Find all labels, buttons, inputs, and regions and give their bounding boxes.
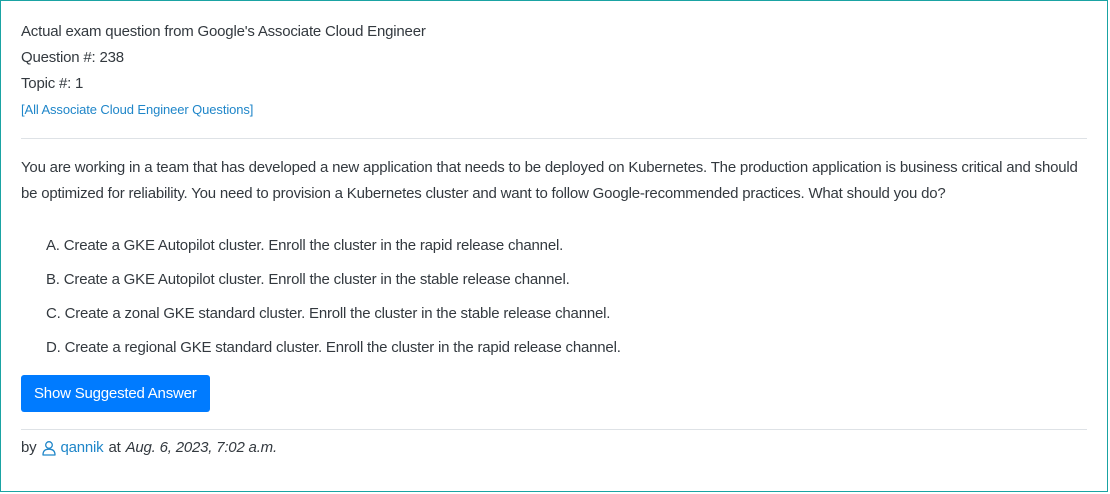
- choice-text: Create a regional GKE standard cluster. …: [64, 339, 621, 356]
- question-card-body: Actual exam question from Google's Assoc…: [21, 19, 1087, 459]
- exam-source-line: Actual exam question from Google's Assoc…: [21, 23, 426, 40]
- choice-letter: B.: [46, 271, 60, 288]
- show-suggested-answer-button[interactable]: Show Suggested Answer: [21, 375, 210, 412]
- at-label: at: [108, 439, 121, 456]
- choice-a[interactable]: A. Create a GKE Autopilot cluster. Enroll…: [46, 236, 1087, 270]
- choice-letter: C.: [46, 305, 61, 322]
- divider: [21, 138, 1087, 139]
- choices-list: A. Create a GKE Autopilot cluster. Enroll…: [21, 236, 1087, 372]
- by-label: by: [21, 439, 37, 456]
- divider: [21, 429, 1087, 430]
- user-icon: [41, 440, 57, 456]
- question-card: Actual exam question from Google's Assoc…: [0, 0, 1108, 492]
- post-timestamp: Aug. 6, 2023, 7:02 a.m.: [125, 439, 278, 456]
- topic-number: Topic #: 1: [21, 75, 84, 92]
- choice-text: Create a GKE Autopilot cluster. Enroll t…: [63, 271, 570, 288]
- question-text: You are working in a team that has devel…: [21, 159, 1078, 202]
- choice-letter: A.: [46, 237, 60, 254]
- username-link[interactable]: qannik: [60, 437, 103, 459]
- choice-d[interactable]: D. Create a regional GKE standard cluster…: [46, 338, 1087, 372]
- post-footer: by qannik at Aug. 6, 2023, 7:02 a.m.: [21, 437, 1087, 459]
- choice-b[interactable]: B. Create a GKE Autopilot cluster. Enroll…: [46, 270, 1087, 304]
- question-number: Question #: 238: [21, 49, 124, 66]
- choice-text: Create a zonal GKE standard cluster. Enr…: [64, 305, 611, 322]
- choice-text: Create a GKE Autopilot cluster. Enroll t…: [63, 237, 564, 254]
- choice-letter: D.: [46, 339, 61, 356]
- all-questions-link[interactable]: [All Associate Cloud Engineer Questions]: [21, 97, 253, 123]
- choice-c[interactable]: C. Create a zonal GKE standard cluster. E…: [46, 304, 1087, 338]
